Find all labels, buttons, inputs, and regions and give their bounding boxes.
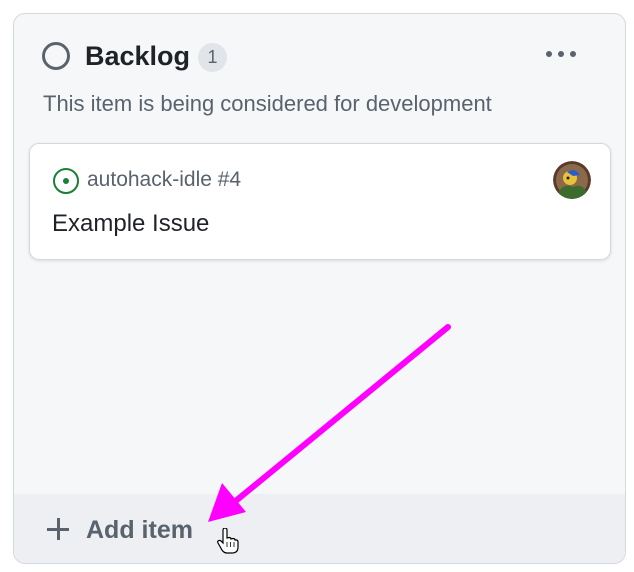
circle-outline-icon [42, 42, 70, 70]
issue-card[interactable]: autohack-idle #4 Example Issue [29, 143, 611, 260]
backlog-column: Backlog 1 This item is being considered … [13, 13, 626, 564]
add-item-label: Add item [86, 516, 193, 544]
column-more-options-button[interactable] [536, 40, 586, 70]
plus-icon [47, 518, 69, 540]
column-description: This item is being considered for develo… [43, 91, 492, 116]
item-count-badge: 1 [198, 43, 227, 72]
issue-opened-icon [53, 168, 79, 194]
issue-reference[interactable]: autohack-idle #4 [87, 166, 241, 194]
column-title: Backlog [85, 41, 191, 71]
add-item-button[interactable]: Add item [14, 494, 625, 563]
column-header: Backlog 1 [14, 14, 625, 84]
issue-title[interactable]: Example Issue [52, 208, 209, 240]
kebab-horizontal-icon [546, 51, 552, 57]
assignee-avatar[interactable] [553, 161, 591, 199]
